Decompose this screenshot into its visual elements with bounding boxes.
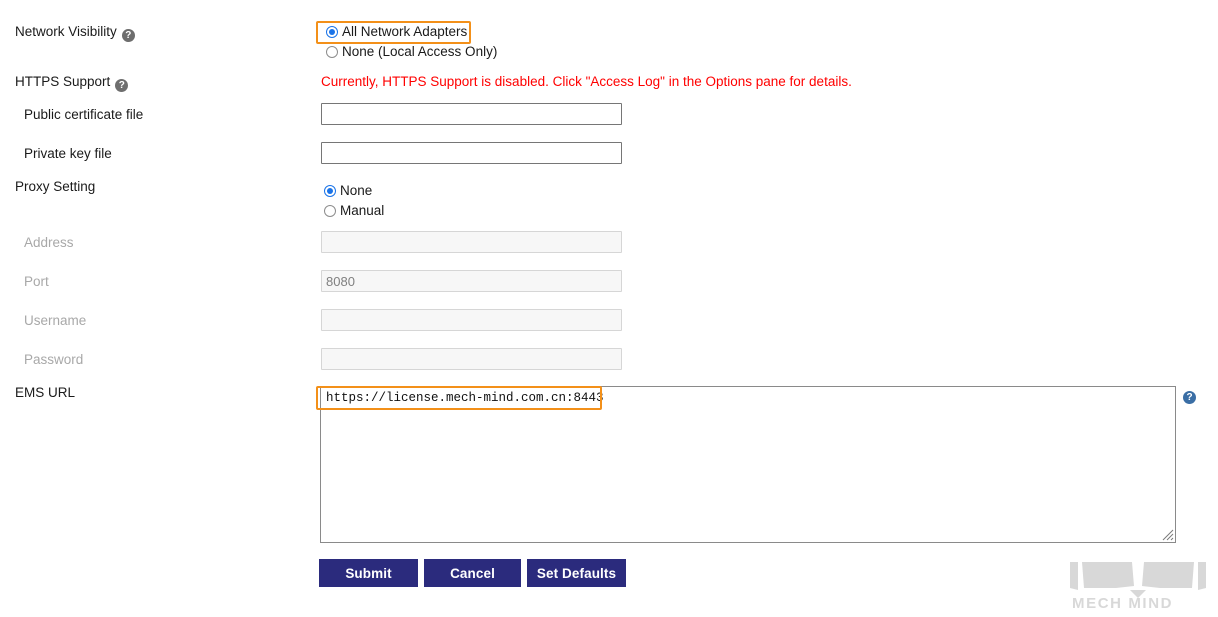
port-label: Port (24, 274, 49, 289)
submit-button[interactable]: Submit (319, 559, 418, 587)
username-label: Username (24, 313, 87, 328)
password-label: Password (24, 352, 84, 367)
password-input (321, 348, 622, 370)
set-defaults-button[interactable]: Set Defaults (527, 559, 626, 587)
radio-option-none-local-access-only[interactable]: None (Local Access Only) (326, 43, 497, 61)
radio-indicator[interactable] (326, 26, 338, 38)
cancel-button[interactable]: Cancel (424, 559, 521, 587)
ems-url-textarea[interactable] (320, 386, 1176, 543)
public-certificate-file-label: Public certificate file (24, 107, 144, 122)
address-label: Address (24, 235, 74, 250)
public-certificate-file-input[interactable] (321, 103, 622, 125)
port-input (321, 270, 622, 292)
address-input (321, 231, 622, 253)
radio-indicator[interactable] (324, 205, 336, 217)
proxy-setting-label: Proxy Setting (15, 179, 96, 194)
username-input (321, 309, 622, 331)
logo-text: MECH MIND (1072, 595, 1173, 610)
ems-url-help-wrapper: ? (1178, 386, 1196, 404)
private-key-file-label: Private key file (24, 146, 112, 161)
help-circle-icon[interactable]: ? (121, 29, 135, 42)
help-circle-icon[interactable]: ? (115, 79, 129, 92)
proxy-setting-radio-group: None Manual (324, 182, 384, 220)
private-key-file-input[interactable] (321, 142, 622, 164)
radio-option-proxy-none[interactable]: None (324, 182, 384, 200)
network-visibility-label: Network Visibility? (15, 23, 135, 42)
mech-mind-logo: MECH MIND (1070, 562, 1206, 610)
ems-url-label: EMS URL (15, 385, 76, 400)
radio-indicator[interactable] (326, 46, 338, 58)
radio-option-all-network-adapters[interactable]: All Network Adapters (326, 23, 497, 41)
radio-option-proxy-manual[interactable]: Manual (324, 202, 384, 220)
https-support-warning: Currently, HTTPS Support is disabled. Cl… (321, 74, 852, 89)
radio-indicator[interactable] (324, 185, 336, 197)
help-circle-icon[interactable]: ? (1183, 391, 1196, 404)
https-support-label: HTTPS Support? (15, 73, 129, 92)
network-visibility-radio-group: All Network Adapters None (Local Access … (326, 23, 497, 61)
